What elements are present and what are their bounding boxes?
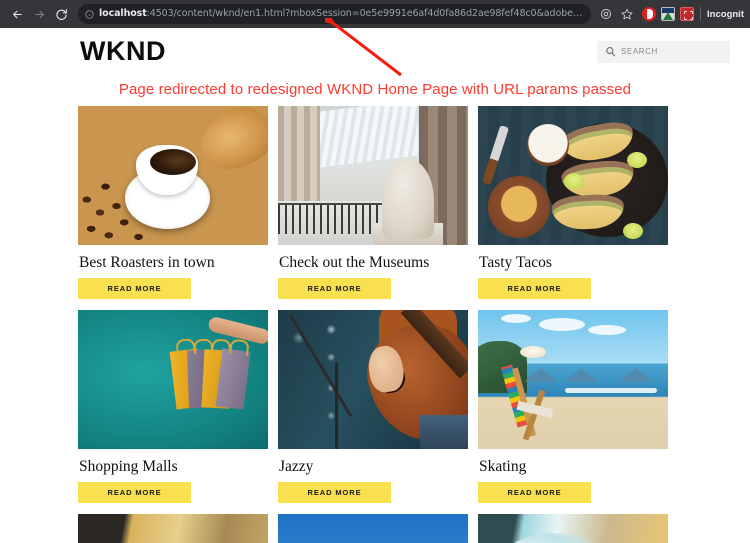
card-best-roasters[interactable]: Best Roasters in town READ MORE [78, 106, 268, 299]
url-host: localhost [99, 8, 147, 19]
extension-icon-2[interactable] [661, 7, 676, 21]
back-arrow-icon[interactable] [6, 3, 28, 25]
card-row3-1[interactable] [78, 514, 268, 543]
card-image-guitar [278, 310, 468, 449]
site-logo-wknd[interactable]: WKND [80, 36, 166, 67]
reload-icon[interactable] [50, 3, 72, 25]
card-shopping-malls[interactable]: Shopping Malls READ MORE [78, 310, 268, 503]
read-more-button[interactable]: READ MORE [478, 278, 591, 299]
card-tasty-tacos[interactable]: Tasty Tacos READ MORE [478, 106, 668, 299]
read-more-button[interactable]: READ MORE [478, 482, 591, 503]
address-bar-url: localhost:4503/content/wknd/en1.html?mbo… [99, 4, 585, 24]
card-museums[interactable]: Check out the Museums READ MORE [278, 106, 468, 299]
browser-toolbar: localhost:4503/content/wknd/en1.html?mbo… [0, 0, 750, 28]
read-more-button[interactable]: READ MORE [278, 278, 391, 299]
page-viewport: WKND SEARCH Page redirected to redesigne… [0, 28, 750, 543]
search-icon [605, 46, 616, 57]
card-image-row3-3 [478, 514, 668, 543]
row-spacer [78, 503, 668, 514]
card-row3-2[interactable] [278, 514, 468, 543]
card-image-tacos [478, 106, 668, 245]
target-circle-icon[interactable] [596, 4, 616, 24]
star-icon[interactable] [617, 4, 637, 24]
card-image-museum [278, 106, 468, 245]
card-title: Shopping Malls [79, 458, 178, 475]
card-image-beach [478, 310, 668, 449]
extension-icon-1[interactable] [642, 7, 657, 21]
read-more-button[interactable]: READ MORE [78, 278, 191, 299]
incognito-label[interactable]: Incognit [707, 9, 744, 20]
card-title: Best Roasters in town [79, 254, 215, 271]
url-path: :4503/content/wknd/en1.html?mboxSession=… [146, 8, 586, 19]
row-spacer [78, 299, 668, 310]
site-header: WKND SEARCH [0, 28, 750, 75]
address-bar[interactable]: localhost:4503/content/wknd/en1.html?mbo… [78, 4, 592, 24]
card-image-shopping [78, 310, 268, 449]
redirect-annotation-text: Page redirected to redesigned WKND Home … [118, 81, 632, 98]
search-placeholder: SEARCH [621, 47, 658, 56]
search-input[interactable]: SEARCH [597, 40, 730, 63]
card-title: Check out the Museums [279, 254, 430, 271]
card-image-row3-1 [78, 514, 268, 543]
card-image-coffee [78, 106, 268, 245]
card-title: Jazzy [279, 458, 314, 475]
read-more-button[interactable]: READ MORE [78, 482, 191, 503]
toolbar-divider [700, 7, 702, 21]
card-title: Tasty Tacos [479, 254, 552, 271]
card-skating[interactable]: Skating READ MORE [478, 310, 668, 503]
card-title: Skating [479, 458, 527, 475]
info-circle-icon[interactable] [85, 9, 94, 19]
extension-icon-3[interactable] [680, 7, 695, 21]
read-more-button[interactable]: READ MORE [278, 482, 391, 503]
card-row3-3[interactable] [478, 514, 668, 543]
forward-arrow-icon[interactable] [28, 3, 50, 25]
card-jazzy[interactable]: Jazzy READ MORE [278, 310, 468, 503]
card-image-airplane [278, 514, 468, 543]
article-card-grid: Best Roasters in town READ MORE Check ou… [75, 106, 675, 543]
